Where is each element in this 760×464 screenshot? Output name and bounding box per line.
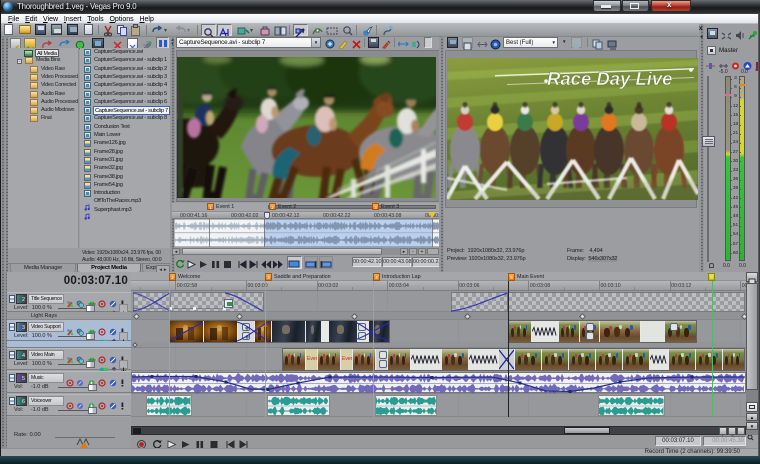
svg-text:Race Day Live: Race Day Live xyxy=(547,68,672,89)
